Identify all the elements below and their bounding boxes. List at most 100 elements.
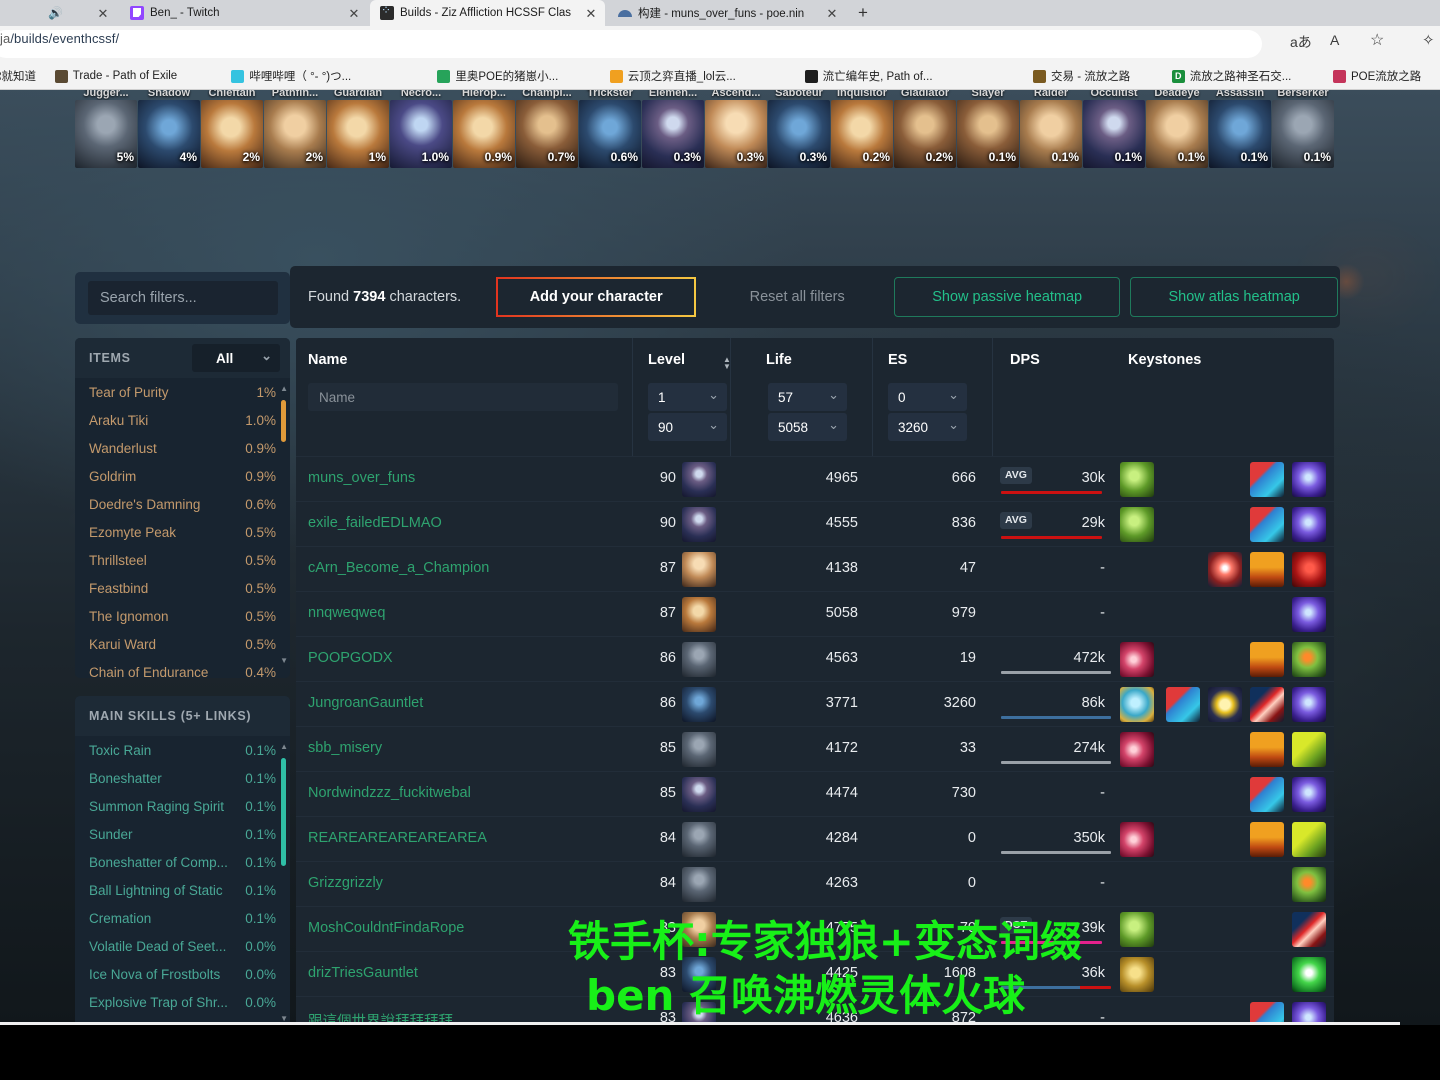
filter-row[interactable]: Explosive Trap of Shr... 0.0% xyxy=(75,988,290,1016)
keystone-icon[interactable] xyxy=(1292,552,1326,587)
url-text[interactable]: ja/builds/eventhcssf/ xyxy=(0,31,119,46)
class-card-12[interactable]: Inquisitor 0.2% xyxy=(831,90,893,168)
class-card-11[interactable]: Saboteur 0.3% xyxy=(768,90,830,168)
table-row[interactable]: Nordwindzzz_fuckitwebal 85 4474 730 - xyxy=(296,771,1334,816)
filter-row[interactable]: Sunder 0.1% xyxy=(75,820,290,848)
url-pill[interactable] xyxy=(0,30,1262,58)
class-card-10[interactable]: Ascend... 0.3% xyxy=(705,90,767,168)
tab-audio-icon[interactable]: 🔊 xyxy=(48,6,63,20)
class-card-0[interactable]: Jugger... 5% xyxy=(75,90,137,168)
filter-row[interactable]: Cremation 0.1% xyxy=(75,904,290,932)
tab-close-icon[interactable]: ✕ xyxy=(348,7,360,20)
filter-row[interactable]: Karui Ward 0.5% xyxy=(75,630,290,658)
keystone-icon[interactable] xyxy=(1292,462,1326,497)
keystone-icon[interactable] xyxy=(1292,507,1326,542)
bookmark-8[interactable]: POE流放之路 xyxy=(1333,62,1421,90)
items-scrollbar-thumb[interactable] xyxy=(281,400,286,442)
class-card-3[interactable]: Pathfin... 2% xyxy=(264,90,326,168)
keystone-icon[interactable] xyxy=(1292,912,1326,947)
keystone-icon[interactable] xyxy=(1250,642,1284,677)
bookmark-1[interactable]: Trade - Path of Exile xyxy=(54,62,177,90)
keystone-icon[interactable] xyxy=(1250,462,1284,497)
keystone-icon[interactable] xyxy=(1292,822,1326,857)
life-min-select[interactable]: 57 ⌄ xyxy=(768,383,847,411)
life-max-select[interactable]: 5058 ⌄ xyxy=(768,413,847,441)
keystone-icon[interactable] xyxy=(1292,687,1326,722)
table-row[interactable]: REAREAREAREAREAREA 84 4284 0 350k xyxy=(296,816,1334,861)
class-card-14[interactable]: Slayer 0.1% xyxy=(957,90,1019,168)
show-passive-heatmap-button[interactable]: Show passive heatmap xyxy=(894,277,1121,317)
character-name-link[interactable]: exile_failedEDLMAO xyxy=(308,515,442,531)
character-name-link[interactable]: JungroanGauntlet xyxy=(308,695,423,711)
search-filters-input[interactable] xyxy=(88,281,278,315)
column-header-es[interactable]: ES xyxy=(888,352,907,368)
filter-row[interactable]: Volatile Dead of Seet... 0.0% xyxy=(75,932,290,960)
class-card-7[interactable]: Champi... 0.7% xyxy=(516,90,578,168)
new-tab-button[interactable]: + xyxy=(852,3,874,23)
extensions-icon[interactable]: ✧ xyxy=(1422,31,1435,49)
filter-row[interactable]: Araku Tiki 1.0% xyxy=(75,406,290,434)
keystone-icon[interactable] xyxy=(1292,597,1326,632)
keystone-item-icon[interactable] xyxy=(1120,462,1154,497)
filter-row[interactable]: Boneshatter of Comp... 0.1% xyxy=(75,848,290,876)
keystone-icon[interactable] xyxy=(1292,732,1326,767)
class-card-4[interactable]: Guardian 1% xyxy=(327,90,389,168)
table-row[interactable]: JungroanGauntlet 86 3771 3260 86k xyxy=(296,681,1334,726)
keystone-icon[interactable] xyxy=(1250,822,1284,857)
filter-row[interactable]: Boneshatter 0.1% xyxy=(75,764,290,792)
bookmark-2[interactable]: 哔哩哔哩（ °- °)つ... xyxy=(231,62,351,90)
column-header-name[interactable]: Name xyxy=(308,352,348,368)
add-your-character-button[interactable]: Add your character xyxy=(496,277,697,317)
bookmark-5[interactable]: 流亡编年史, Path of... xyxy=(804,62,933,90)
class-card-2[interactable]: Chieftain 2% xyxy=(201,90,263,168)
table-row[interactable]: sbb_misery 85 4172 33 274k xyxy=(296,726,1334,771)
filter-row[interactable]: Summon Raging Spirit 0.1% xyxy=(75,792,290,820)
favorite-star-icon[interactable]: ☆ xyxy=(1370,30,1384,50)
filter-row[interactable]: Toxic Rain 0.1% xyxy=(75,736,290,764)
filter-row[interactable]: Feastbind 0.5% xyxy=(75,574,290,602)
keystone-icon[interactable] xyxy=(1250,732,1284,767)
name-filter-input[interactable] xyxy=(308,383,618,411)
character-name-link[interactable]: Grizzgrizzly xyxy=(308,875,383,891)
character-name-link[interactable]: POOPGODX xyxy=(308,650,393,666)
filter-row[interactable]: Chain of Endurance 0.4% xyxy=(75,658,290,679)
es-min-select[interactable]: 0 ⌄ xyxy=(888,383,967,411)
filter-row[interactable]: Wanderlust 0.9% xyxy=(75,434,290,462)
keystone-icon[interactable] xyxy=(1208,687,1242,722)
character-name-link[interactable]: drizTriesGauntlet xyxy=(308,965,418,981)
filter-row[interactable]: Thrillsteel 0.5% xyxy=(75,546,290,574)
filter-row[interactable]: The Ignomon 0.5% xyxy=(75,602,290,630)
keystone-item-icon[interactable] xyxy=(1120,507,1154,542)
bookmark-4[interactable]: 云顶之弈直播_lol云... xyxy=(609,62,736,90)
bookmark-6[interactable]: 交易 - 流放之路 xyxy=(1033,62,1130,90)
filter-row[interactable]: Goldrim 0.9% xyxy=(75,462,290,490)
reset-all-filters-button[interactable]: Reset all filters xyxy=(722,277,872,317)
keystone-item-icon[interactable] xyxy=(1120,642,1154,677)
table-row[interactable]: nnqweqweq 87 5058 979 - xyxy=(296,591,1334,636)
column-header-dps[interactable]: DPS xyxy=(1010,352,1040,368)
class-card-16[interactable]: Occultist 0.1% xyxy=(1083,90,1145,168)
level-max-select[interactable]: 90 ⌄ xyxy=(648,413,727,441)
read-aloud-icon[interactable]: A xyxy=(1330,32,1339,48)
table-row[interactable]: 跟這個世界說拜拜拜拜 83 4636 872- xyxy=(296,996,1334,1025)
character-name-link[interactable]: cArn_Become_a_Champion xyxy=(308,560,489,576)
bookmark-0[interactable]: 你就知道 xyxy=(0,62,36,90)
browser-tab-1[interactable]: Ben_ - Twitch ✕ xyxy=(120,0,368,26)
browser-tab-3[interactable]: 构建 - muns_over_funs - poe.nin ✕ xyxy=(608,0,846,26)
bookmark-7[interactable]: D 流放之路神圣石交... xyxy=(1171,62,1291,90)
class-card-18[interactable]: Assassin 0.1% xyxy=(1209,90,1271,168)
character-name-link[interactable]: MoshCouldntFindaRope xyxy=(308,920,464,936)
show-atlas-heatmap-button[interactable]: Show atlas heatmap xyxy=(1130,277,1339,317)
character-name-link[interactable]: REAREAREAREAREAREA xyxy=(308,830,487,846)
class-card-1[interactable]: Shadow 4% xyxy=(138,90,200,168)
keystone-icon[interactable] xyxy=(1166,687,1200,722)
table-row[interactable]: cArn_Become_a_Champion 87 4138 47 - xyxy=(296,546,1334,591)
filter-row[interactable]: Ice Nova of Frostbolts 0.0% xyxy=(75,960,290,988)
skills-scroll-up-arrow-icon[interactable]: ▲ xyxy=(280,742,288,751)
sort-icon[interactable]: ▲ ▼ xyxy=(722,356,732,371)
tab-close-icon[interactable]: ✕ xyxy=(585,7,597,20)
keystone-item-icon[interactable] xyxy=(1120,957,1154,992)
class-card-13[interactable]: Gladiator 0.2% xyxy=(894,90,956,168)
keystone-icon[interactable] xyxy=(1292,867,1326,902)
keystone-item-icon[interactable] xyxy=(1120,912,1154,947)
